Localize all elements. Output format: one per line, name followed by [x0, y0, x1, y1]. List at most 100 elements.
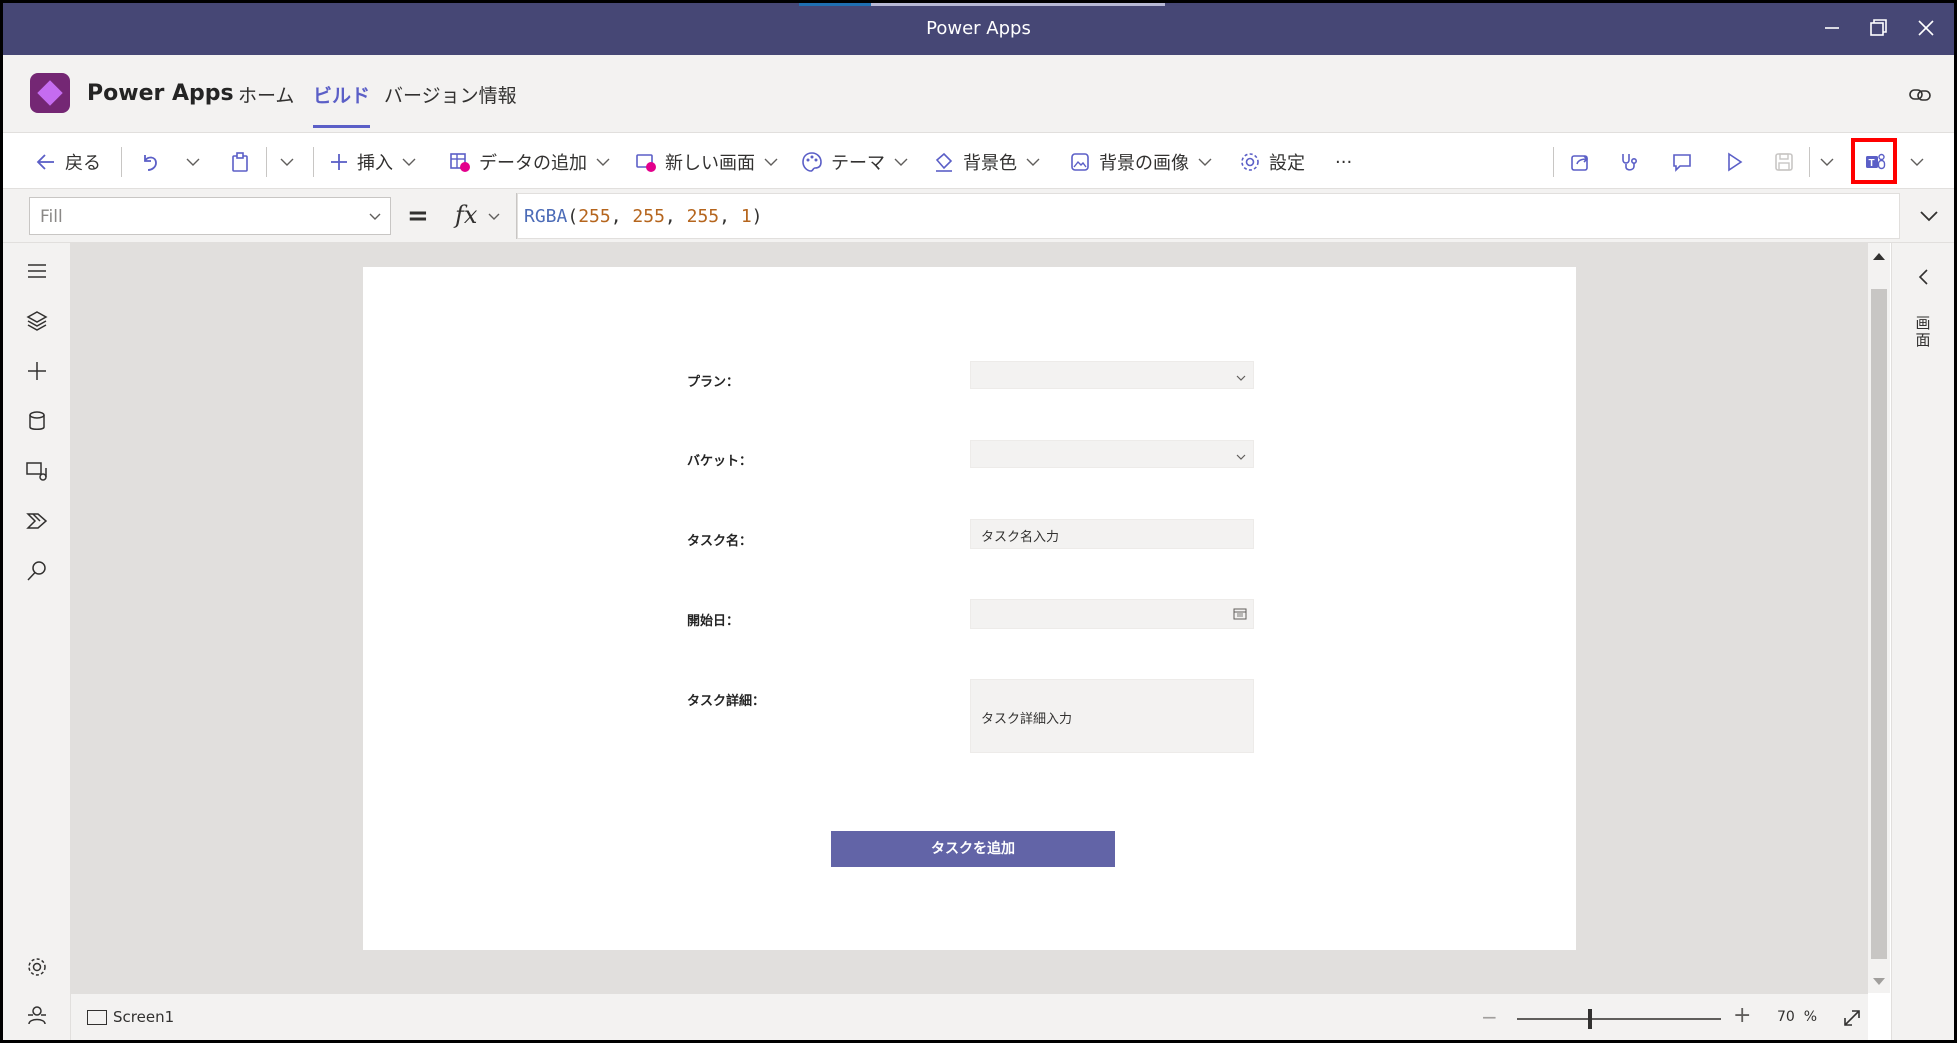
formula-expand-button[interactable] — [1918, 205, 1940, 231]
undo-icon — [144, 155, 157, 171]
tab-home[interactable]: ホーム — [238, 81, 294, 108]
minimize-button[interactable] — [1819, 15, 1845, 41]
screen-selector[interactable]: Screen1 — [87, 1008, 174, 1026]
close-icon — [1918, 20, 1934, 36]
property-select[interactable]: Fill — [29, 197, 391, 235]
tab-about[interactable]: バージョン情報 — [384, 81, 517, 108]
add-task-button[interactable]: タスクを追加 — [831, 831, 1115, 867]
fit-to-window-button[interactable] — [1841, 1007, 1863, 1033]
task-detail-input[interactable]: タスク詳細入力 — [970, 679, 1254, 753]
title-bar: Power Apps — [3, 3, 1954, 55]
start-date-picker[interactable] — [970, 599, 1254, 629]
tab-build[interactable]: ビルド — [313, 81, 371, 128]
zoom-slider-thumb[interactable] — [1588, 1009, 1592, 1029]
new-screen-button[interactable]: 新しい画面 — [635, 149, 779, 175]
paste-dropdown[interactable] — [279, 149, 295, 175]
hamburger-icon[interactable] — [25, 259, 49, 283]
bucket-label: バケット： — [687, 454, 753, 469]
window-title: Power Apps — [926, 18, 1031, 39]
person-icon[interactable] — [25, 1003, 49, 1027]
formula-arg: 1 — [740, 206, 752, 227]
save-button[interactable] — [1773, 149, 1795, 175]
close-button[interactable] — [1913, 15, 1939, 41]
scroll-down-arrow-icon[interactable] — [1873, 978, 1885, 985]
settings-button[interactable]: 設定 — [1239, 149, 1305, 175]
search-icon[interactable] — [25, 559, 49, 583]
app-checker-button[interactable] — [1619, 149, 1641, 175]
teams-button-highlight — [1851, 138, 1897, 184]
paste-button[interactable] — [229, 149, 251, 175]
chevron-down-icon — [1236, 454, 1246, 460]
formula-open-paren: ( — [567, 206, 579, 227]
plan-dropdown[interactable] — [970, 361, 1254, 389]
divider — [121, 147, 122, 177]
background-image-button[interactable]: 背景の画像 — [1069, 149, 1213, 175]
save-icon — [1775, 153, 1793, 171]
start-date-label: 開始日： — [687, 614, 740, 629]
chevron-down-icon — [1026, 158, 1040, 166]
plus-icon[interactable] — [25, 359, 49, 383]
chevron-left-icon — [1918, 269, 1928, 285]
formula-arg: 255 — [578, 206, 611, 227]
zoom-value: 70 % — [1777, 1009, 1817, 1025]
back-button[interactable]: 戻る — [35, 149, 101, 175]
comment-icon — [1673, 154, 1691, 172]
database-icon[interactable] — [25, 409, 49, 433]
back-label: 戻る — [65, 153, 101, 174]
zoom-in-button[interactable]: + — [1733, 1003, 1751, 1028]
formula-arg: 255 — [686, 206, 720, 227]
comments-button[interactable] — [1671, 149, 1693, 175]
theme-button[interactable]: テーマ — [801, 149, 909, 175]
title-accent — [799, 3, 871, 6]
chevron-down-icon — [1910, 158, 1924, 166]
app-window: Power Apps Power Apps ホーム ビルド バージョン情報 戻る — [0, 0, 1957, 1043]
app-header: Power Apps ホーム ビルド バージョン情報 — [3, 55, 1954, 133]
divider — [1809, 147, 1810, 177]
screen-panel-label[interactable]: 画面 — [1914, 315, 1932, 349]
add-data-button[interactable]: データの追加 — [449, 149, 611, 175]
background-color-button[interactable]: 背景色 — [933, 149, 1041, 175]
add-data-label: データの追加 — [479, 153, 587, 174]
scroll-thumb[interactable] — [1871, 289, 1887, 959]
app-screen[interactable]: プラン： バケット： タスク名： タスク名入力 開始日： タスク詳細： タスク詳… — [363, 267, 1576, 950]
stethoscope-icon — [1622, 154, 1638, 171]
share-button[interactable] — [1569, 149, 1591, 175]
preview-button[interactable] — [1723, 149, 1745, 175]
divider — [313, 147, 314, 177]
theme-label: テーマ — [831, 153, 885, 174]
play-icon — [1728, 152, 1743, 172]
table-add-icon — [450, 153, 470, 172]
background-image-label: 背景の画像 — [1099, 153, 1189, 174]
plan-label: プラン： — [687, 375, 740, 390]
restore-button[interactable] — [1865, 15, 1891, 41]
more-button[interactable]: ··· — [1335, 149, 1352, 175]
formula-input[interactable]: RGBA(255, 255, 255, 1) — [517, 193, 1900, 239]
overflow-dropdown[interactable] — [1909, 149, 1925, 175]
zoom-out-button[interactable]: − — [1481, 1005, 1498, 1029]
divider — [266, 147, 267, 177]
layers-icon[interactable] — [25, 309, 49, 333]
chevron-down-icon — [596, 158, 610, 166]
undo-dropdown[interactable] — [185, 149, 201, 175]
command-bar: 戻る 挿入 データの追加 新しい画面 テーマ 背景色 背景の画像 設定 ··· … — [3, 133, 1954, 189]
gear-icon[interactable] — [25, 955, 49, 979]
save-dropdown[interactable] — [1819, 149, 1835, 175]
chevron-down-icon — [369, 213, 381, 220]
task-detail-label: タスク詳細： — [687, 694, 766, 709]
power-automate-icon[interactable] — [25, 509, 49, 533]
vertical-scrollbar[interactable] — [1868, 243, 1890, 993]
media-icon[interactable] — [25, 459, 49, 483]
image-icon — [1071, 153, 1089, 171]
undo-button[interactable] — [139, 149, 161, 175]
property-value: Fill — [40, 207, 63, 227]
gear-icon — [1241, 153, 1259, 171]
insert-button[interactable]: 挿入 — [329, 149, 417, 175]
scroll-up-arrow-icon[interactable] — [1873, 253, 1885, 260]
zoom-slider[interactable] — [1517, 1018, 1721, 1020]
chevron-down-icon — [488, 213, 500, 220]
fx-button[interactable]: fx — [441, 193, 517, 239]
collapse-panel-button[interactable] — [1914, 267, 1934, 291]
bucket-dropdown[interactable] — [970, 440, 1254, 468]
link-icon[interactable] — [1908, 85, 1932, 105]
task-name-input[interactable]: タスク名入力 — [970, 519, 1254, 549]
